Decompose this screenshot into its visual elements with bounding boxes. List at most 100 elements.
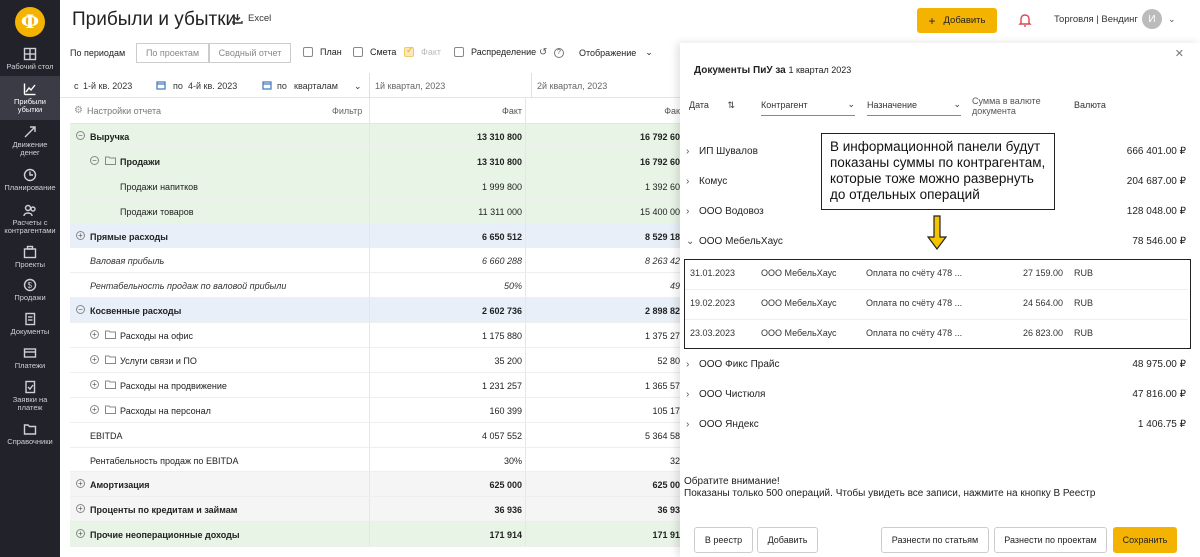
col-contractor-label: Контрагент [761,100,808,110]
operation-row[interactable]: 23.03.2023 ООО МебельХаус Оплата по счёт… [685,320,1188,350]
folder-icon [105,405,116,414]
distribute-by-articles-button[interactable]: Разнести по статьям [881,527,989,553]
panel-add-button[interactable]: Добавить [757,527,818,553]
chevron-right-icon[interactable]: › [686,359,689,370]
cell-q1: 13 310 800 [369,124,526,148]
table-row[interactable]: + Расходы на персонал 160 399 105 17 [70,397,680,423]
expand-icon[interactable]: + [76,230,85,240]
filter-link[interactable]: Фильтр [332,106,362,116]
display-dropdown[interactable]: Отображение ⌄ [579,47,653,58]
sidebar-item-profit-loss[interactable]: Прибыли убытки [0,76,60,120]
chevron-right-icon[interactable]: › [686,146,689,157]
user-name[interactable]: Торговля | Вендинг [1054,14,1138,25]
chevron-right-icon[interactable]: › [686,419,689,430]
sidebar-item-payments[interactable]: Платежи [0,341,60,375]
save-button[interactable]: Сохранить [1113,527,1177,553]
granularity-select[interactable]: кварталам [294,81,338,91]
chevron-down-icon[interactable]: ⌄ [686,236,694,247]
table-row[interactable]: Рентабельность продаж по валовой прибыли… [70,273,680,299]
expand-icon[interactable]: + [90,379,99,389]
report-settings-link[interactable]: Настройки отчета [87,106,161,116]
table-row[interactable]: Продажи напитков 1 999 800 1 392 60 [70,173,680,199]
sidebar-item-desktop[interactable]: Рабочий стол [0,43,60,76]
expand-icon[interactable]: + [90,404,99,414]
table-row[interactable]: + Расходы на продвижение 1 231 257 1 365… [70,372,680,398]
avatar[interactable]: И [1142,9,1162,29]
sidebar-item-sales[interactable]: $ Продажи [0,274,60,307]
sidebar-item-requests[interactable]: Заявки на платеж [0,375,60,417]
contractor-filter-select[interactable]: Контрагент ⌄ [761,99,855,116]
plan-checkbox[interactable]: План [303,47,342,57]
table-row[interactable]: Продажи товаров 11 311 000 15 400 00 [70,198,680,224]
table-row[interactable]: + Расходы на офис 1 175 880 1 375 27 [70,323,680,349]
operation-row[interactable]: 31.01.2023 ООО МебельХаус Оплата по счёт… [685,260,1188,290]
gear-icon[interactable]: ⚙ [74,105,83,116]
sort-icon[interactable]: ⇅ [727,100,735,110]
to-period-select[interactable]: 4-й кв. 2023 [188,81,237,91]
excel-export-button[interactable]: Excel [232,13,271,24]
table-row[interactable]: Валовая прибыль 6 660 288 8 263 42 [70,248,680,274]
notifications-button[interactable] [1017,12,1033,28]
sidebar-item-projects[interactable]: Проекты [0,240,60,274]
chevron-right-icon[interactable]: › [686,176,689,187]
contractor-row[interactable]: › ООО Чистюля 47 816.00 ₽ [686,381,1186,411]
distribute-by-projects-button[interactable]: Разнести по проектам [994,527,1107,553]
add-button[interactable]: + Добавить [917,8,997,33]
sidebar-item-documents[interactable]: Документы [0,307,60,341]
registry-button[interactable]: В реестр [694,527,753,553]
collapse-icon[interactable]: − [76,131,85,140]
help-icon[interactable]: ? [554,48,564,58]
table-row[interactable]: + Услуги связи и ПО 35 200 52 80 [70,348,680,373]
table-row[interactable]: − Выручка 13 310 800 16 792 60 [70,124,680,149]
expand-icon[interactable]: + [90,330,99,340]
logo[interactable]: Ф [0,0,60,43]
purpose-filter-select[interactable]: Назначение ⌄ [867,99,961,116]
expand-icon[interactable]: + [76,504,85,514]
tab-by-projects[interactable]: По проектам [136,43,209,63]
chevron-down-icon[interactable]: ⌄ [1168,14,1176,25]
close-icon[interactable]: ✕ [1175,47,1184,60]
table-row[interactable]: + Амортизация 625 000 625 00 [70,472,680,498]
fact-checkbox[interactable]: Факт [404,45,441,57]
contractor-row[interactable]: › ООО Фикс Прайс 48 975.00 ₽ [686,351,1186,381]
table-row[interactable]: EBITDA 4 057 552 5 364 58 [70,422,680,448]
sidebar-item-directories[interactable]: Справочники [0,417,60,451]
folder-icon [105,156,116,165]
expand-icon[interactable]: + [76,529,85,539]
cell-q2: 52 80 [532,348,680,372]
folder-icon [105,330,116,340]
cell-q1: 2 602 736 [369,298,526,323]
table-row[interactable]: + Прямые расходы 6 650 512 8 529 18 [70,223,680,249]
tab-by-periods[interactable]: По периодам [70,48,125,58]
chevron-down-icon[interactable]: ⌄ [354,81,362,92]
column-header-date[interactable]: Дата ⇅ [689,100,735,111]
expand-icon[interactable]: + [76,479,85,489]
calendar-icon[interactable] [262,80,272,92]
table-row[interactable]: Рентабельность продаж по EBITDA 30% 32 [70,447,680,473]
cell-value: 2 898 82 [644,306,680,317]
collapse-icon[interactable]: − [76,305,85,315]
collapse-icon[interactable]: − [90,155,99,165]
refresh-icon[interactable]: ↺ [539,47,547,58]
chevron-right-icon[interactable]: › [686,206,689,217]
sidebar-item-money-flow[interactable]: Движение денег [0,120,60,162]
estimate-checkbox[interactable]: Смета [353,47,396,57]
expand-icon[interactable]: + [90,355,99,365]
contractor-row[interactable]: › ООО Яндекс 1 406.75 ₽ [686,411,1186,441]
table-row[interactable]: − Продажи 13 310 800 16 792 60 [70,148,680,174]
contractor-name: ООО Водовоз [699,206,764,217]
chevron-right-icon[interactable]: › [686,389,689,400]
contractor-amount: 666 401.00 ₽ [1126,146,1186,157]
row-name: Расходы на продвижение [120,380,227,391]
table-row[interactable]: + Проценты по кредитам и займам 36 936 3… [70,497,680,523]
operation-row[interactable]: 19.02.2023 ООО МебельХаус Оплата по счёт… [685,290,1188,320]
sidebar-item-contractors[interactable]: Расчеты с контрагентами [0,198,60,240]
tab-summary-report[interactable]: Сводный отчет [209,43,291,63]
sidebar-item-planning[interactable]: Планирование [0,162,60,198]
calendar-icon[interactable] [156,80,166,92]
from-period-select[interactable]: 1-й кв. 2023 [83,81,132,91]
distribution-checkbox[interactable]: Распределение [454,47,536,57]
table-row[interactable]: + Прочие неоперационные доходы 171 914 1… [70,522,680,548]
table-row[interactable]: − Косвенные расходы 2 602 736 2 898 82 [70,298,680,324]
col-fact-label: Факт [501,106,522,116]
